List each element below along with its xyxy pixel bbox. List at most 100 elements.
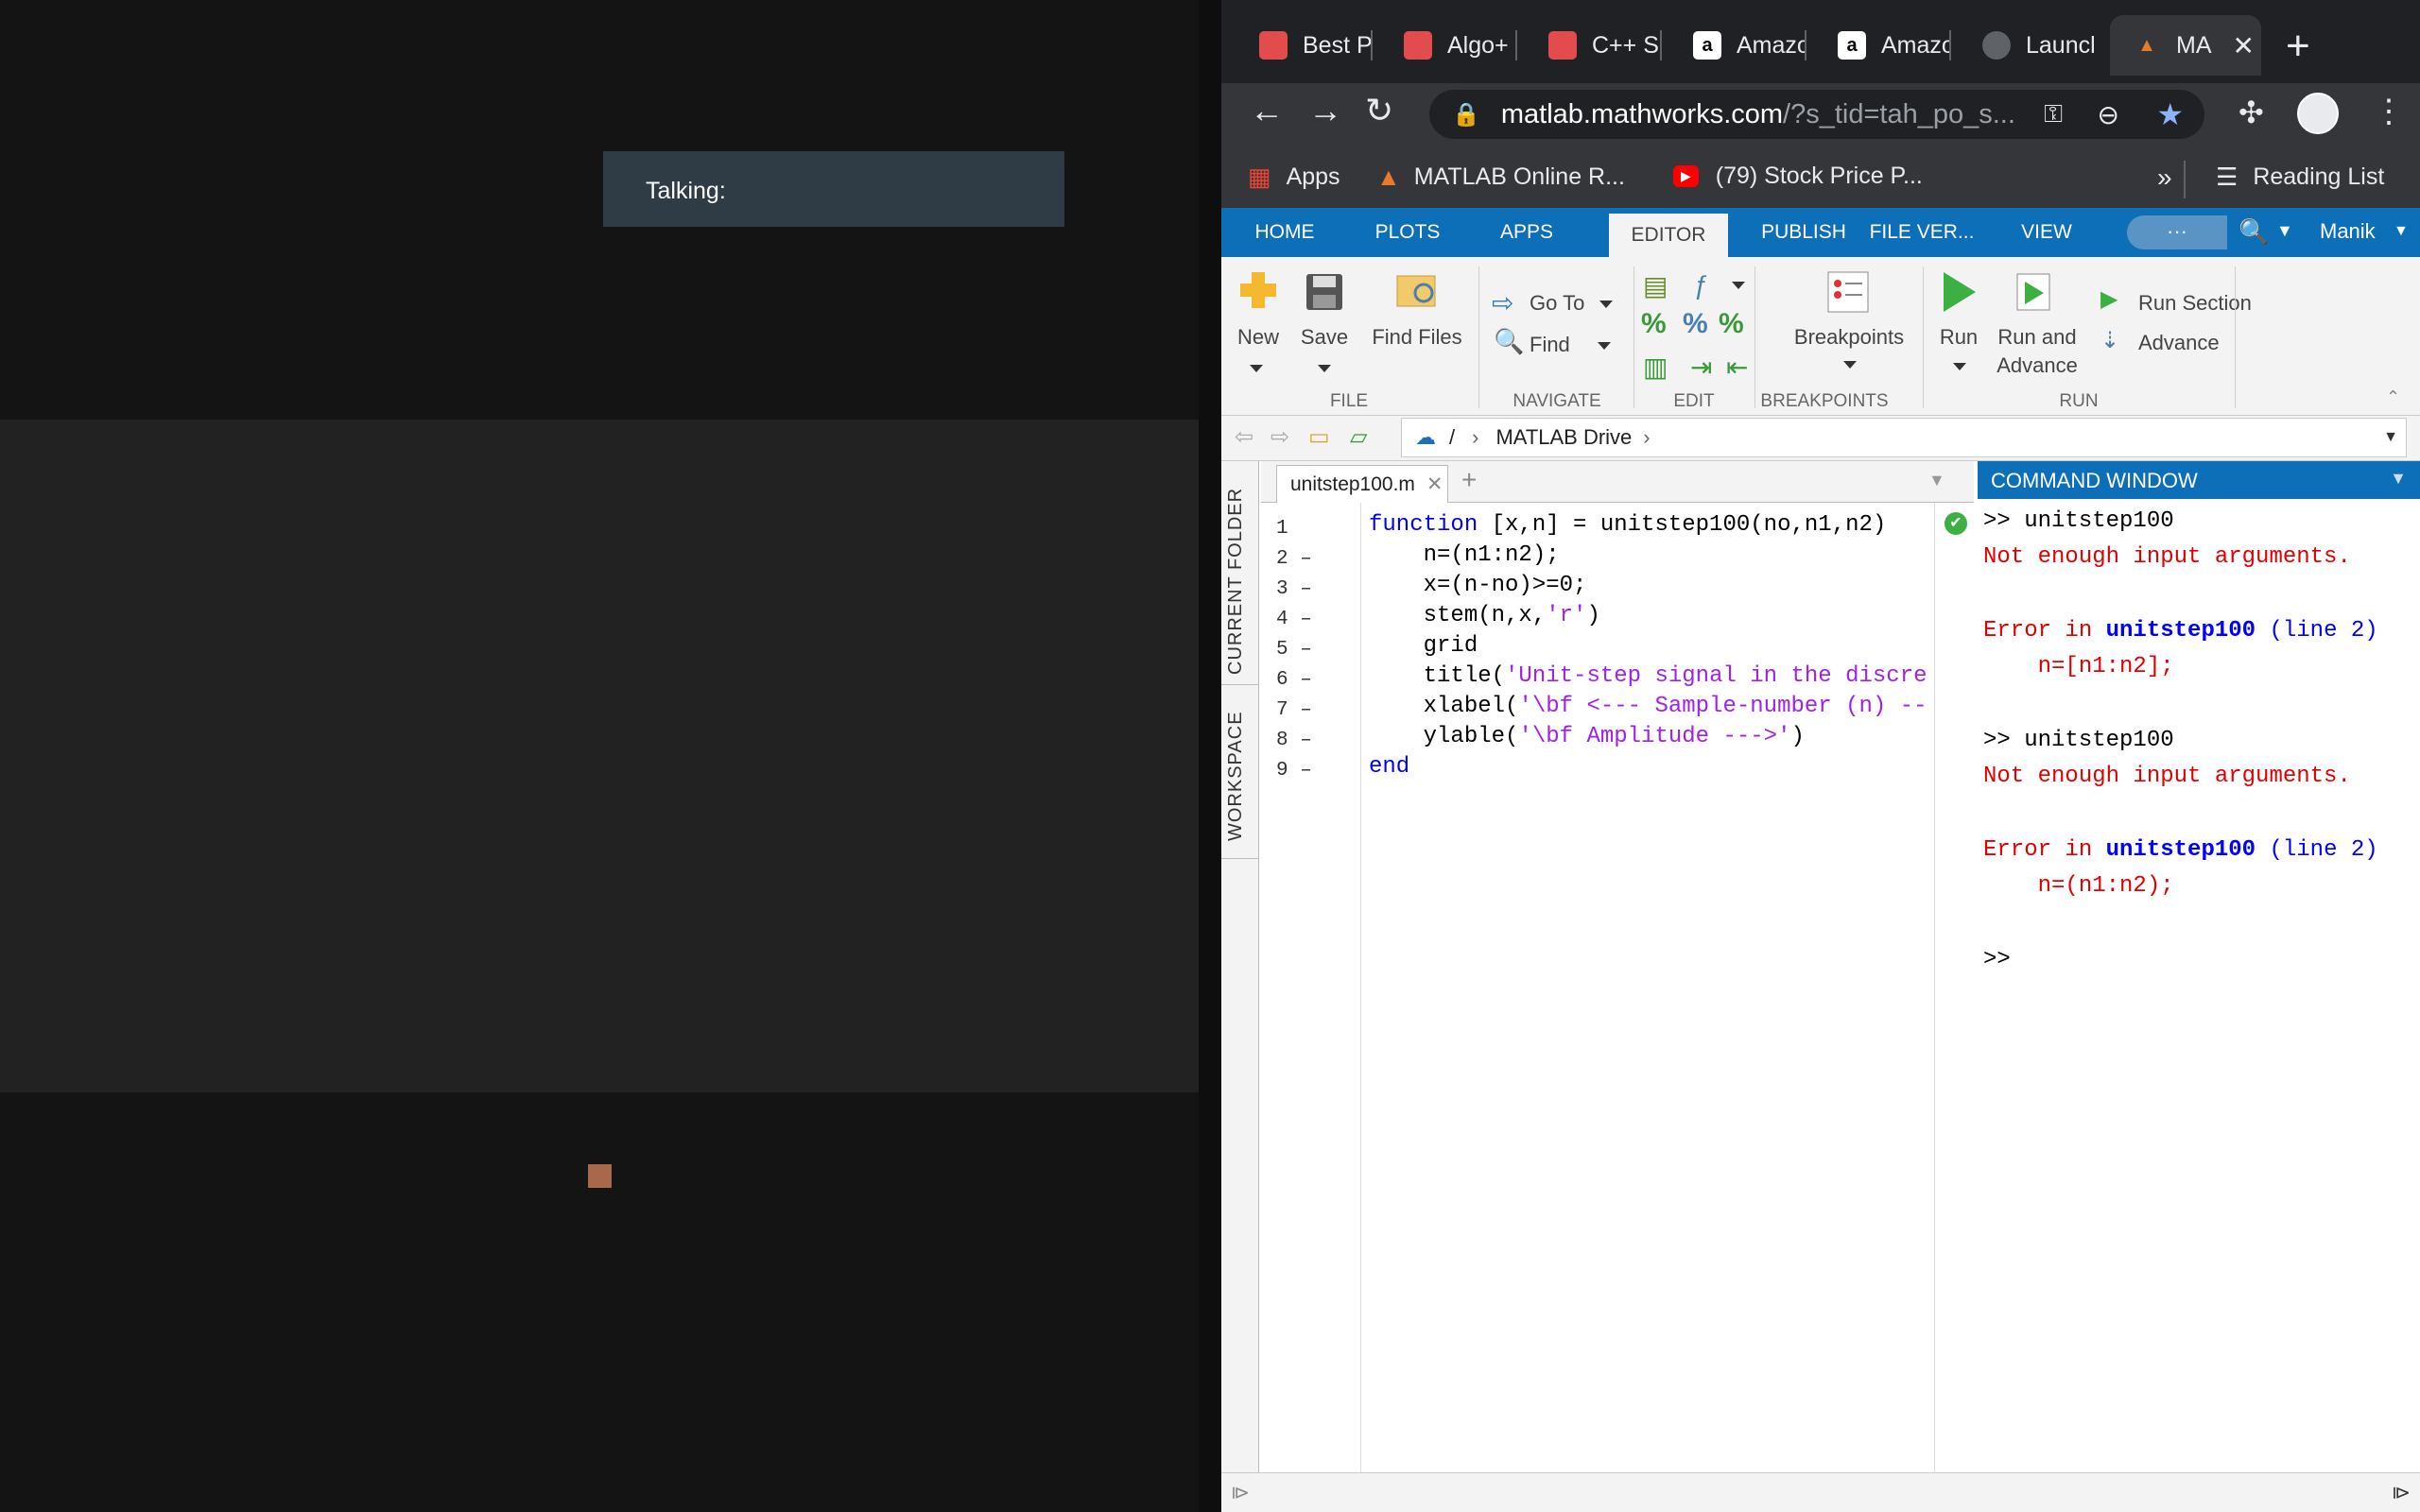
address-bar[interactable]: 🔒 matlab.mathworks.com/?s_tid=tah_po_s..… — [1429, 90, 2204, 139]
reading-list[interactable]: ☰ Reading List — [2216, 163, 2384, 192]
comment-icon[interactable]: % — [1641, 308, 1667, 340]
error-line-link[interactable]: (line 2) — [2256, 837, 2377, 863]
wrap-comments-icon[interactable]: % — [1719, 308, 1744, 340]
code-line[interactable]: grid — [1369, 633, 1478, 659]
bookmark-matlab[interactable]: ▲ MATLAB Online R... — [1376, 163, 1625, 192]
indent-icon[interactable]: ⇥ — [1690, 352, 1712, 383]
chevron-down-icon[interactable]: ▼ — [2383, 429, 2398, 446]
find-button[interactable]: Find — [1530, 333, 1570, 357]
add-tab-icon[interactable]: + — [1461, 465, 1477, 495]
collapse-ribbon-icon[interactable]: ⌃ — [2386, 387, 2400, 407]
workspace-tab[interactable]: WORKSPACE — [1225, 711, 1247, 841]
search-icon[interactable]: 🔍 — [2238, 217, 2269, 247]
close-icon[interactable]: ✕ — [1426, 472, 1443, 496]
split-divider[interactable] — [1199, 0, 2411, 1512]
browser-tab[interactable]: a Amazo — [1809, 15, 1951, 76]
code-line[interactable]: x=(n-no)>=0; — [1369, 573, 1587, 598]
key-icon[interactable]: ⚿ — [2044, 99, 2063, 129]
find-files-icon[interactable] — [1395, 268, 1441, 312]
forward-icon[interactable]: → — [1308, 91, 1342, 130]
browse-folder-icon[interactable]: ▱ — [1350, 423, 1367, 451]
smart-indent-icon[interactable]: ▥ — [1643, 352, 1668, 383]
command-window[interactable]: COMMAND WINDOW ▼ >> unitstep100 Not enoug… — [1978, 461, 2420, 1472]
star-icon[interactable]: ★ — [2156, 96, 2184, 132]
code-line[interactable]: n=(n1:n2); — [1369, 542, 1560, 568]
tab-view[interactable]: VIEW — [1987, 208, 2106, 257]
browser-tab[interactable]: Best P — [1231, 15, 1373, 76]
code-line[interactable]: xlabel('\bf <--- Sample-number (n) -- — [1369, 694, 1927, 719]
code-line[interactable]: ylable('\bf Amplitude --->') — [1369, 724, 1805, 749]
up-folder-icon[interactable]: ▭ — [1308, 423, 1330, 451]
breakpoints-button[interactable]: Breakpoints — [1785, 325, 1913, 350]
panel-menu-icon[interactable]: ▼ — [2390, 469, 2407, 489]
tab-editor[interactable]: EDITOR — [1609, 214, 1728, 257]
error-line-link[interactable]: (line 2) — [2256, 618, 2377, 644]
quick-access-more[interactable]: ··· — [2127, 215, 2227, 249]
path-folder[interactable]: MATLAB Drive — [1495, 425, 1632, 450]
insert-section-icon[interactable]: ▤ — [1643, 270, 1668, 301]
chevron-down-icon[interactable] — [1250, 365, 1263, 372]
chevron-down-icon[interactable] — [1599, 301, 1613, 308]
browser-tab[interactable]: Launcl — [1954, 15, 2096, 76]
tab-home[interactable]: HOME — [1221, 208, 1348, 257]
tab-plots[interactable]: PLOTS — [1348, 208, 1467, 257]
bookmark-youtube[interactable]: ▶ (79) Stock Price P... — [1673, 163, 1923, 190]
run-icon[interactable] — [1940, 270, 1978, 314]
back-icon[interactable]: ⇦ — [1235, 423, 1253, 451]
find-files-button[interactable]: Find Files — [1365, 325, 1469, 350]
new-icon[interactable] — [1238, 270, 1278, 310]
tab-publish[interactable]: PUBLISH — [1745, 208, 1862, 257]
path-root[interactable]: / — [1449, 425, 1455, 450]
uncomment-icon[interactable]: % — [1683, 308, 1708, 340]
current-folder-tab[interactable]: CURRENT FOLDER — [1225, 488, 1247, 675]
folder-path-field[interactable]: ☁ / › MATLAB Drive › ▼ — [1401, 418, 2407, 457]
close-tab-icon[interactable]: ✕ — [2233, 30, 2255, 61]
profile-avatar[interactable] — [2297, 93, 2339, 134]
chevron-down-icon[interactable]: ▼ — [2276, 221, 2293, 241]
go-to-button[interactable]: Go To — [1530, 291, 1584, 316]
expand-right-icon[interactable]: ⧐ — [2392, 1481, 2411, 1504]
browser-tab[interactable]: C++ S — [1520, 15, 1662, 76]
user-menu[interactable]: Manik — [2320, 219, 2376, 244]
outdent-icon[interactable]: ⇤ — [1726, 352, 1748, 383]
bookmarks-more[interactable]: » — [2157, 163, 2172, 193]
tab-apps[interactable]: APPS — [1467, 208, 1586, 257]
editor-menu-icon[interactable]: ▼ — [1928, 471, 1945, 490]
code-line[interactable]: stem(n,x,'r') — [1369, 603, 1600, 628]
expand-left-icon[interactable]: ⧐ — [1231, 1481, 1250, 1504]
save-button[interactable]: Save — [1289, 325, 1359, 350]
code-line[interactable]: end — [1369, 754, 1409, 780]
bookmark-apps[interactable]: ▦ Apps — [1248, 163, 1340, 192]
zoom-icon[interactable]: ⊖ — [2098, 99, 2119, 130]
save-icon[interactable] — [1305, 272, 1344, 312]
code-line[interactable]: function [x,n] = unitstep100(no,n1,n2) — [1369, 512, 1886, 538]
tab-file-versions[interactable]: FILE VER... — [1862, 208, 1981, 257]
back-icon[interactable]: ← — [1250, 91, 1284, 130]
browser-tab[interactable]: Algo+ — [1375, 15, 1517, 76]
chevron-down-icon[interactable]: ▼ — [2394, 223, 2409, 240]
chevron-down-icon[interactable] — [1843, 361, 1857, 369]
browser-tab[interactable]: a Amazo — [1665, 15, 1806, 76]
run-and-advance-button[interactable]: Run and Advance — [1987, 325, 2087, 378]
editor-file-tab[interactable]: unitstep100.m ✕ — [1276, 465, 1448, 503]
chevron-down-icon[interactable] — [1318, 365, 1331, 372]
menu-icon[interactable]: ⋮ — [2373, 93, 2405, 130]
run-button[interactable]: Run — [1928, 325, 1989, 350]
check-icon[interactable]: ✔ — [1945, 512, 1967, 535]
advance-button[interactable]: Advance — [2138, 331, 2220, 355]
chevron-down-icon[interactable] — [1732, 282, 1745, 289]
forward-icon[interactable]: ⇨ — [1270, 423, 1289, 451]
code-line[interactable]: title('Unit-step signal in the discre — [1369, 663, 1927, 689]
error-function-link[interactable]: unitstep100 — [2106, 618, 2256, 644]
browser-tab-active[interactable]: ▲ MA ✕ — [2110, 15, 2261, 76]
run-and-advance-icon[interactable] — [2015, 270, 2057, 314]
breakpoints-icon[interactable] — [1826, 270, 1870, 314]
error-function-link[interactable]: unitstep100 — [2106, 837, 2256, 863]
new-tab-icon[interactable]: + — [2286, 23, 2310, 70]
extensions-icon[interactable]: ✣ — [2238, 94, 2264, 130]
fx-icon[interactable]: ƒ — [1694, 270, 1709, 301]
reload-icon[interactable]: ↻ — [1365, 91, 1393, 130]
new-button[interactable]: New — [1225, 325, 1291, 350]
code-area[interactable]: function [x,n] = unitstep100(no,n1,n2) n… — [1261, 503, 1934, 1472]
command-prompt[interactable]: >> — [1983, 947, 2011, 972]
